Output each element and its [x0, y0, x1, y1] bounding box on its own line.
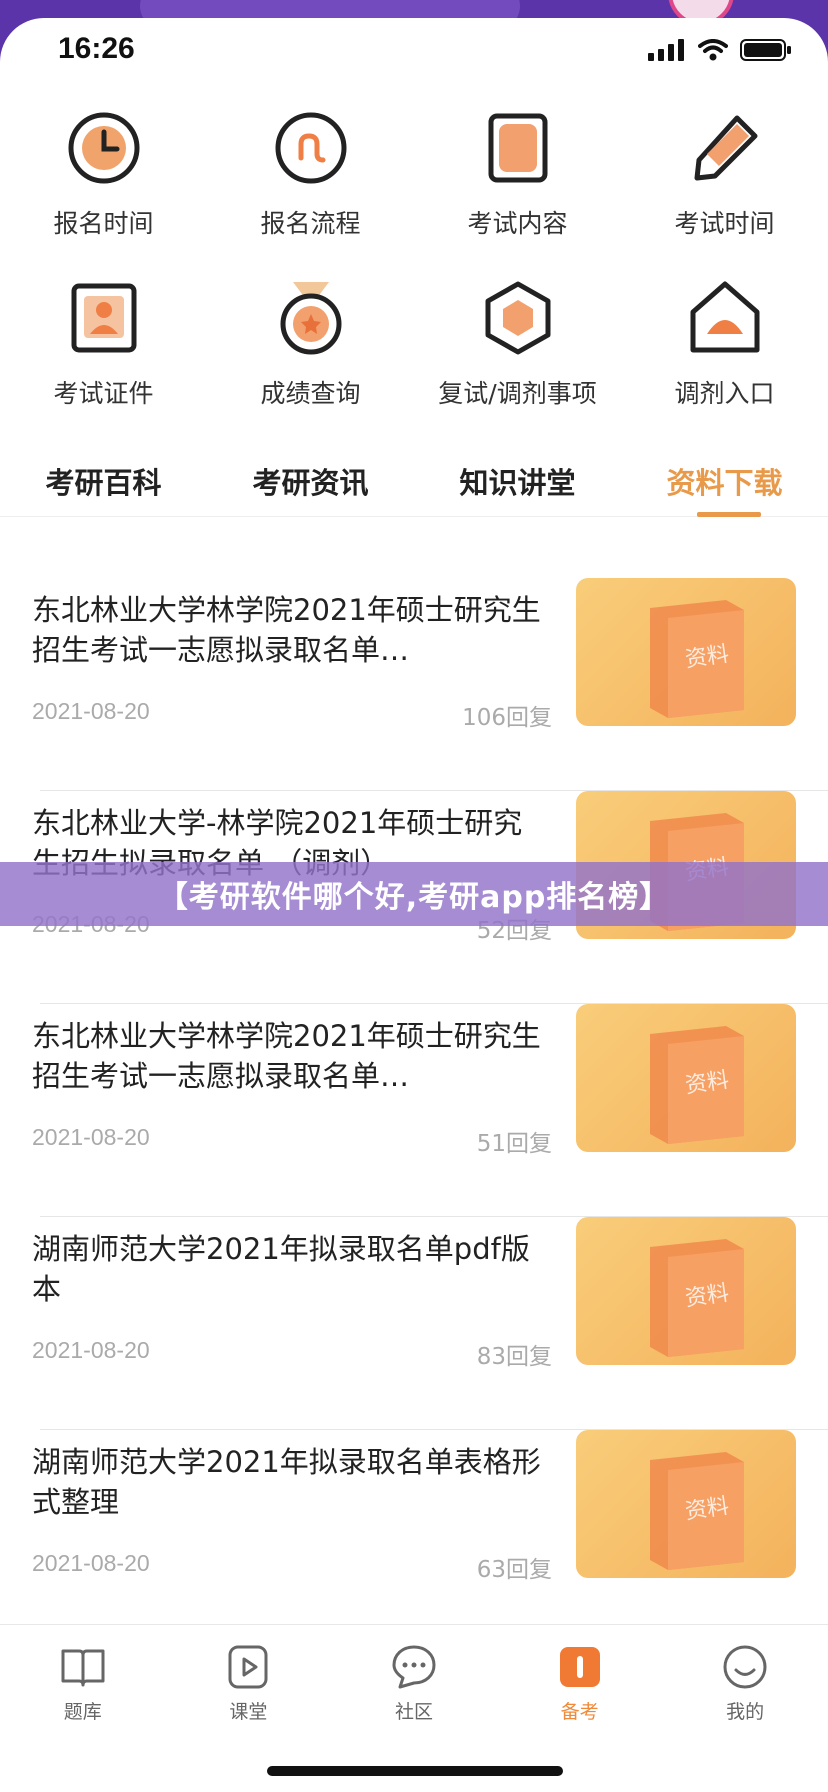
battery-icon: [740, 39, 791, 61]
pencil-icon: [694, 115, 757, 181]
shortcut-retest-adjust[interactable]: 复试/调剂事项: [414, 258, 621, 428]
signal-icon: [648, 39, 684, 61]
item-thumbnail: 资料: [576, 1430, 796, 1578]
item-date: 2021-08-20: [32, 1337, 150, 1363]
tab-encyclopedia[interactable]: 考研百科: [0, 446, 207, 516]
shortcut-register-time[interactable]: 报名时间: [0, 88, 207, 258]
document-icon: [488, 113, 547, 183]
content-tabs: 考研百科 考研资讯 知识讲堂 资料下载: [0, 446, 828, 517]
item-date: 2021-08-20: [32, 698, 150, 724]
shortcut-label: 报名流程: [260, 209, 361, 238]
shortcut-label: 报名时间: [53, 209, 154, 238]
chat-icon: [392, 1645, 436, 1689]
item-title: 湖南师范大学2021年拟录取名单表格形式整理: [32, 1445, 541, 1519]
shortcut-exam-time[interactable]: 考试时间: [621, 88, 828, 258]
medal-icon: [280, 282, 341, 355]
nav-label: 我的: [726, 1701, 765, 1723]
shortcut-score-query[interactable]: 成绩查询: [207, 258, 414, 428]
nav-classroom[interactable]: 课堂: [166, 1625, 332, 1724]
item-title: 东北林业大学林学院2021年硕士研究生招生考试一志愿拟录取名单…: [32, 593, 541, 667]
book-thumbnail-icon: 资料: [650, 1239, 744, 1357]
list-item[interactable]: 东北林业大学林学院2021年硕士研究生招生考试一志愿拟录取名单… 2021-08…: [0, 578, 828, 791]
download-list: 东北林业大学林学院2021年硕士研究生招生考试一志愿拟录取名单… 2021-08…: [0, 578, 828, 1643]
shortcut-label: 考试证件: [53, 379, 154, 408]
shortcut-register-flow[interactable]: 报名流程: [207, 88, 414, 258]
nav-exam-prep[interactable]: 备考: [497, 1625, 663, 1724]
shortcut-exam-content[interactable]: 考试内容: [414, 88, 621, 258]
nav-label: 社区: [394, 1701, 433, 1723]
nav-label: 备考: [560, 1701, 599, 1723]
house-icon: [690, 281, 759, 353]
item-replies: 51回复: [476, 1131, 552, 1157]
item-date: 2021-08-20: [32, 1550, 150, 1576]
home-indicator[interactable]: [267, 1766, 563, 1776]
status-time: 16:26: [58, 32, 135, 65]
overlay-banner: 【考研软件哪个好,考研app排名榜】: [0, 862, 828, 926]
item-replies: 83回复: [476, 1344, 552, 1370]
banner-text: 【考研软件哪个好,考研app排名榜】: [157, 880, 671, 915]
item-thumbnail: 资料: [576, 1217, 796, 1365]
tab-lectures[interactable]: 知识讲堂: [414, 446, 621, 516]
shortcut-label: 成绩查询: [260, 379, 361, 408]
book-thumbnail-icon: 资料: [650, 1452, 744, 1570]
wifi-icon: [698, 39, 728, 61]
tab-label: 考研资讯: [252, 466, 369, 500]
tab-label: 考研百科: [45, 466, 162, 500]
list-item[interactable]: 湖南师范大学2021年拟录取名单pdf版本 2021-08-20 83回复 资料: [0, 1217, 828, 1430]
shortcut-exam-id[interactable]: 考试证件: [0, 258, 207, 428]
tab-news[interactable]: 考研资讯: [207, 446, 414, 516]
nav-label: 题库: [63, 1701, 102, 1723]
active-tab-indicator: [697, 512, 761, 517]
tab-downloads[interactable]: 资料下载: [621, 446, 828, 517]
play-icon: [228, 1645, 268, 1689]
clock-icon: [68, 112, 139, 184]
book-thumbnail-icon: 资料: [650, 600, 744, 718]
nav-community[interactable]: 社区: [331, 1625, 497, 1724]
flow-icon: [275, 112, 346, 184]
item-replies: 63回复: [476, 1557, 552, 1583]
item-title: 东北林业大学林学院2021年硕士研究生招生考试一志愿拟录取名单…: [32, 1019, 541, 1093]
shortcut-label: 复试/调剂事项: [438, 379, 597, 408]
hexagon-icon: [485, 281, 550, 355]
id-card-icon: [71, 283, 136, 353]
tab-label: 资料下载: [666, 466, 783, 500]
shortcut-adjust-entry[interactable]: 调剂入口: [621, 258, 828, 428]
nav-profile[interactable]: 我的: [662, 1625, 828, 1724]
nav-label: 课堂: [229, 1701, 268, 1723]
list-item[interactable]: 东北林业大学林学院2021年硕士研究生招生考试一志愿拟录取名单… 2021-08…: [0, 1004, 828, 1217]
item-replies: 106回复: [462, 705, 552, 731]
shortcut-label: 调剂入口: [674, 379, 775, 408]
status-icons: [648, 38, 792, 62]
shortcut-label: 考试内容: [467, 209, 568, 238]
shortcut-label: 考试时间: [674, 209, 775, 238]
item-thumbnail: 资料: [576, 578, 796, 726]
item-thumbnail: 资料: [576, 1004, 796, 1152]
book-icon: [61, 1649, 105, 1687]
item-date: 2021-08-20: [32, 1124, 150, 1150]
shortcut-grid: 报名时间 报名流程 考试内容 考试时间 考试证件 成绩查询 复试/调剂事项 调剂…: [0, 88, 828, 428]
prep-icon: [559, 1647, 600, 1687]
book-thumbnail-icon: 资料: [650, 1026, 744, 1144]
status-bar: 16:26: [0, 18, 828, 88]
list-item[interactable]: 湖南师范大学2021年拟录取名单表格形式整理 2021-08-20 63回复 资…: [0, 1430, 828, 1643]
tab-label: 知识讲堂: [459, 466, 576, 500]
smile-icon: [723, 1645, 767, 1689]
nav-question-bank[interactable]: 题库: [0, 1625, 166, 1724]
item-title: 湖南师范大学2021年拟录取名单pdf版本: [32, 1232, 530, 1306]
